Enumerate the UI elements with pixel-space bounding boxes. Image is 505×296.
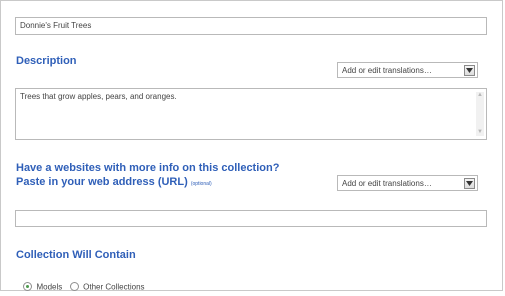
website-translations-value: Add or edit translations… [342, 178, 432, 188]
chevron-down-icon[interactable] [464, 178, 475, 189]
description-translations-select[interactable]: Add or edit translations… [337, 62, 478, 78]
optional-note: (optional) [190, 181, 212, 187]
radio-other-collections-button[interactable] [69, 282, 79, 292]
description-scrollbar[interactable]: ▲ ▼ [476, 92, 484, 136]
radio-other-collections-label[interactable]: Other Collections [83, 282, 144, 291]
website-heading: Have a websites with more info on this c… [16, 161, 279, 191]
collection-contains-options: Models Other Collections [23, 278, 145, 292]
website-url-input[interactable] [15, 210, 487, 227]
description-text: Trees that grow apples, pears, and orang… [20, 92, 177, 101]
description-translations-value: Add or edit translations… [342, 65, 432, 75]
website-heading-line2: Paste in your web address (URL) (optiona… [16, 175, 279, 191]
collection-name-value: Donnie's Fruit Trees [20, 21, 92, 30]
website-heading-line1: Have a websites with more info on this c… [16, 162, 280, 174]
website-translations-select[interactable]: Add or edit translations… [337, 175, 478, 191]
website-heading-line2-text: Paste in your web address (URL) [16, 176, 188, 188]
collection-contains-heading: Collection Will Contain [16, 249, 136, 261]
radio-models-label[interactable]: Models [36, 282, 62, 291]
description-heading: Description [16, 55, 77, 67]
radio-option-other-collections[interactable]: Other Collections [69, 278, 145, 295]
collection-name-field[interactable]: Donnie's Fruit Trees [15, 17, 487, 35]
radio-option-models[interactable]: Models [23, 278, 67, 295]
radio-models-button[interactable] [23, 282, 32, 292]
chevron-down-icon[interactable] [464, 65, 475, 76]
scroll-down-icon[interactable]: ▼ [476, 129, 484, 136]
description-textarea[interactable]: Trees that grow apples, pears, and orang… [15, 88, 487, 140]
scroll-up-icon[interactable]: ▲ [476, 92, 484, 99]
